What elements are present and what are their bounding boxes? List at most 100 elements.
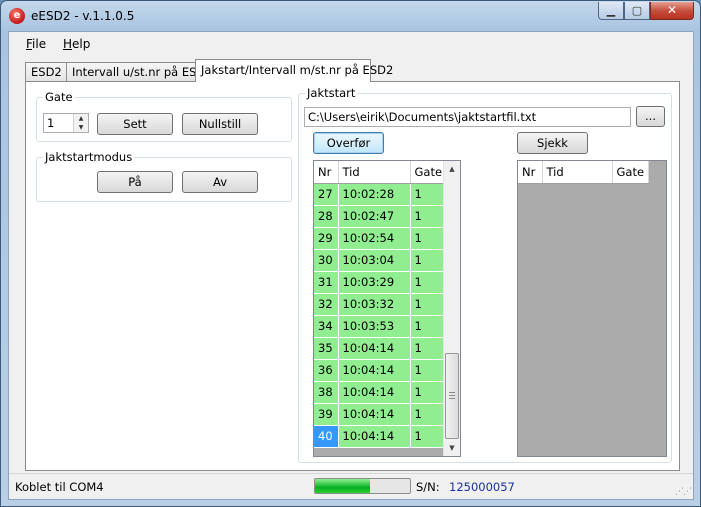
- tab-jaktstart[interactable]: Jakstart/Intervall m/st.nr på ESD2: [195, 59, 393, 82]
- cell-tid[interactable]: 10:03:29: [338, 271, 411, 294]
- title-bar[interactable]: e eESD2 - v.1.1.0.5 ▁ ▢ ✕: [1, 1, 700, 31]
- pa-button[interactable]: På: [97, 171, 173, 193]
- table-row[interactable]: 27 10:02:28 1: [314, 183, 448, 206]
- jaktstart-table[interactable]: Nr Tid Gate 27 10:02:28 1 28 10:02:47 1 29 10:0…: [313, 160, 461, 457]
- cell-nr[interactable]: 38: [314, 381, 339, 404]
- scroll-thumb[interactable]: [445, 353, 459, 439]
- gate-number-stepper[interactable]: 1 ▲ ▼: [43, 113, 89, 133]
- cell-nr[interactable]: 35: [314, 337, 339, 360]
- nullstill-button[interactable]: Nullstill: [182, 113, 258, 135]
- cell-nr[interactable]: 34: [314, 315, 339, 338]
- cell-nr[interactable]: 36: [314, 359, 339, 382]
- table-row[interactable]: 34 10:03:53 1: [314, 315, 448, 338]
- tab-esd2[interactable]: ESD2: [25, 62, 67, 82]
- cell-nr[interactable]: 39: [314, 403, 339, 426]
- app-window: e eESD2 - v.1.1.0.5 ▁ ▢ ✕ File Help ESD2…: [0, 0, 701, 507]
- menu-help[interactable]: Help: [63, 37, 90, 51]
- file-path-field[interactable]: C:\Users\eirik\Documents\jaktstartfil.tx…: [304, 107, 631, 127]
- tab-intervall-u-stnr[interactable]: Intervall u/st.nr på ESD2: [66, 62, 213, 82]
- table-row[interactable]: 31 10:03:29 1: [314, 271, 448, 294]
- col-header-tid[interactable]: Tid: [338, 161, 411, 184]
- connection-status: Koblet til COM4: [15, 480, 104, 494]
- col-header-nr[interactable]: Nr: [314, 161, 339, 184]
- stepper-down-icon[interactable]: ▼: [74, 123, 88, 132]
- table-row[interactable]: 28 10:02:47 1: [314, 205, 448, 228]
- table-row[interactable]: 39 10:04:14 1: [314, 403, 448, 426]
- cell-tid[interactable]: 10:03:32: [338, 293, 411, 316]
- jaktstartmodus-group-label: Jaktstartmodus: [43, 150, 135, 164]
- cell-gate[interactable]: 1: [410, 315, 448, 338]
- minimize-button[interactable]: ▁: [598, 2, 624, 20]
- cell-tid[interactable]: 10:03:53: [338, 315, 411, 338]
- cell-gate[interactable]: 1: [410, 227, 448, 250]
- cell-gate[interactable]: 1: [410, 381, 448, 404]
- gate-number-value: 1: [47, 116, 55, 130]
- sjekk-table-body: Nr Tid Gate: [518, 161, 650, 184]
- table-row[interactable]: 36 10:04:14 1: [314, 359, 448, 382]
- col-header-gate[interactable]: Gate: [410, 161, 448, 184]
- cell-tid[interactable]: 10:02:54: [338, 227, 411, 250]
- cell-tid[interactable]: 10:04:14: [338, 425, 411, 448]
- close-icon: ✕: [666, 3, 678, 17]
- resize-grip-icon[interactable]: ⋰⋰: [675, 487, 692, 497]
- sjekk-button[interactable]: Sjekk: [517, 132, 588, 154]
- cell-gate[interactable]: 1: [410, 337, 448, 360]
- maximize-button[interactable]: ▢: [624, 2, 650, 20]
- maximize-icon: ▢: [631, 4, 643, 17]
- col-header-tid[interactable]: Tid: [542, 161, 613, 184]
- table-row[interactable]: 30 10:03:04 1: [314, 249, 448, 272]
- cell-tid[interactable]: 10:04:14: [338, 359, 411, 382]
- cell-gate[interactable]: 1: [410, 293, 448, 316]
- sett-button[interactable]: Sett: [97, 113, 173, 135]
- cell-gate[interactable]: 1: [410, 359, 448, 382]
- cell-gate[interactable]: 1: [410, 403, 448, 426]
- cell-nr[interactable]: 27: [314, 183, 339, 206]
- cell-nr[interactable]: 28: [314, 205, 339, 228]
- browse-button[interactable]: ...: [636, 106, 665, 127]
- stepper-arrows: ▲ ▼: [73, 114, 88, 132]
- cell-gate[interactable]: 1: [410, 271, 448, 294]
- cell-nr[interactable]: 32: [314, 293, 339, 316]
- av-button[interactable]: Av: [182, 171, 258, 193]
- gate-group: Gate 1 ▲ ▼ Sett Nullstill: [36, 90, 292, 142]
- table-row[interactable]: 32 10:03:32 1: [314, 293, 448, 316]
- cell-gate[interactable]: 1: [410, 205, 448, 228]
- scroll-up-icon[interactable]: ▲: [444, 161, 460, 177]
- jaktstart-group-label: Jaktstart: [305, 86, 358, 100]
- cell-gate[interactable]: 1: [410, 249, 448, 272]
- sjekk-table[interactable]: Nr Tid Gate: [517, 160, 667, 457]
- stepper-up-icon[interactable]: ▲: [74, 114, 88, 123]
- cell-gate[interactable]: 1: [410, 183, 448, 206]
- col-header-gate[interactable]: Gate: [612, 161, 650, 184]
- close-button[interactable]: ✕: [650, 2, 694, 20]
- menu-file[interactable]: File: [26, 37, 46, 51]
- window-title: eESD2 - v.1.1.0.5: [31, 9, 135, 23]
- cell-tid[interactable]: 10:02:47: [338, 205, 411, 228]
- cell-nr[interactable]: 40: [314, 425, 339, 448]
- table-row[interactable]: 40 10:04:14 1: [314, 425, 448, 448]
- cell-tid[interactable]: 10:04:14: [338, 337, 411, 360]
- progress-bar: [314, 478, 411, 494]
- cell-gate[interactable]: 1: [410, 425, 448, 448]
- cell-nr[interactable]: 30: [314, 249, 339, 272]
- jaktstart-table-body: Nr Tid Gate 27 10:02:28 1 28 10:02:47 1 29 10:0…: [314, 161, 448, 448]
- cell-tid[interactable]: 10:03:04: [338, 249, 411, 272]
- scroll-down-icon[interactable]: ▼: [444, 440, 460, 456]
- cell-tid[interactable]: 10:04:14: [338, 403, 411, 426]
- table-row[interactable]: 38 10:04:14 1: [314, 381, 448, 404]
- tab-page-jaktstart: Gate 1 ▲ ▼ Sett Nullstill Jaktstartmodus…: [25, 81, 680, 471]
- table-row[interactable]: 35 10:04:14 1: [314, 337, 448, 360]
- table-row[interactable]: 29 10:02:54 1: [314, 227, 448, 250]
- cell-nr[interactable]: 31: [314, 271, 339, 294]
- serial-number-label: S/N:: [416, 480, 440, 494]
- gate-group-label: Gate: [43, 90, 75, 104]
- cell-tid[interactable]: 10:02:28: [338, 183, 411, 206]
- cell-tid[interactable]: 10:04:14: [338, 381, 411, 404]
- client-area: File Help ESD2 Intervall u/st.nr på ESD2…: [8, 31, 694, 500]
- menu-help-mnemonic: H: [63, 37, 73, 51]
- scroll-grip-icon: [449, 392, 455, 399]
- overfor-button[interactable]: Overfør: [313, 132, 384, 154]
- col-header-nr[interactable]: Nr: [518, 161, 543, 184]
- cell-nr[interactable]: 29: [314, 227, 339, 250]
- vertical-scrollbar[interactable]: ▲ ▼: [443, 161, 460, 456]
